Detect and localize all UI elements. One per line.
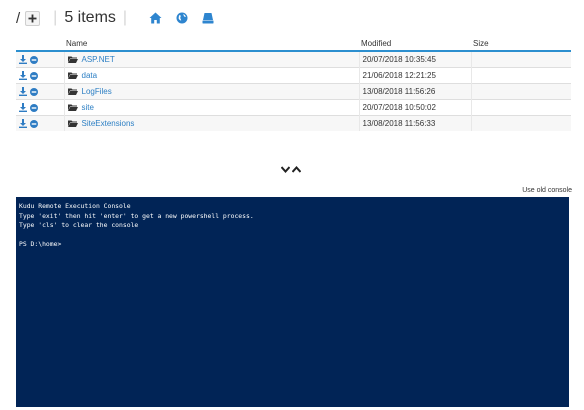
row-name[interactable]: data xyxy=(64,67,360,84)
console-line: Type 'exit' then hit 'enter' to get a ne… xyxy=(19,211,254,220)
file-name-link[interactable]: SiteExtensions xyxy=(82,119,135,128)
use-old-console-link[interactable]: Use old console xyxy=(522,187,572,194)
row-name[interactable]: site xyxy=(64,99,360,116)
panel-toggle xyxy=(281,166,301,173)
remove-icon[interactable] xyxy=(30,71,38,80)
console-prompt: PS D:\home> xyxy=(19,240,62,248)
row-actions xyxy=(16,67,65,84)
chevron-down-icon[interactable] xyxy=(281,166,290,173)
row-modified: 20/07/2018 10:35:45 xyxy=(359,50,472,68)
file-table: Name Modified Size ASP.NET 20/07/2018 10… xyxy=(16,37,571,131)
home-icon[interactable] xyxy=(149,12,162,24)
drive-icon[interactable] xyxy=(202,12,214,24)
row-size xyxy=(471,50,571,68)
globe-icon[interactable] xyxy=(176,12,188,24)
remove-icon[interactable] xyxy=(30,87,38,96)
row-modified: 13/08/2018 11:56:26 xyxy=(359,83,472,100)
console-line: Kudu Remote Execution Console xyxy=(19,202,131,210)
remove-icon[interactable] xyxy=(30,55,38,64)
remove-icon[interactable] xyxy=(30,103,38,112)
row-actions xyxy=(16,99,65,116)
row-modified: 13/08/2018 11:56:33 xyxy=(359,115,472,131)
table-row: site 20/07/2018 10:50:02 xyxy=(16,99,571,116)
folder-icon xyxy=(67,72,78,79)
console-terminal[interactable]: Kudu Remote Execution Console Type 'exit… xyxy=(16,197,569,407)
download-icon[interactable] xyxy=(19,103,27,112)
table-row: data 21/06/2018 12:21:25 xyxy=(16,67,571,84)
header-actions xyxy=(16,37,64,52)
header-name[interactable]: Name xyxy=(64,37,359,52)
folder-icon xyxy=(67,56,78,63)
row-size xyxy=(471,99,571,116)
row-modified: 21/06/2018 12:21:25 xyxy=(359,67,472,84)
row-size xyxy=(471,67,571,84)
row-actions xyxy=(16,83,65,100)
header-modified[interactable]: Modified xyxy=(359,37,471,52)
divider: | xyxy=(53,9,58,26)
toolbar: / | 5 items | xyxy=(16,8,214,28)
chevron-up-icon[interactable] xyxy=(292,166,301,173)
folder-icon xyxy=(67,120,78,127)
download-icon[interactable] xyxy=(19,55,27,64)
file-name-link[interactable]: data xyxy=(82,71,98,80)
header-size[interactable]: Size xyxy=(471,37,571,52)
folder-icon xyxy=(67,104,78,111)
row-size xyxy=(471,115,571,131)
table-row: ASP.NET 20/07/2018 10:35:45 xyxy=(16,50,571,68)
row-size xyxy=(471,83,571,100)
download-icon[interactable] xyxy=(19,71,27,80)
remove-icon[interactable] xyxy=(30,119,38,128)
row-name[interactable]: LogFiles xyxy=(64,83,360,100)
item-count: 5 items xyxy=(64,9,116,26)
file-name-link[interactable]: LogFiles xyxy=(82,87,112,96)
row-modified: 20/07/2018 10:50:02 xyxy=(359,99,472,116)
download-icon[interactable] xyxy=(19,87,27,96)
row-name[interactable]: SiteExtensions xyxy=(64,115,360,131)
divider: | xyxy=(122,9,128,26)
table-row: LogFiles 13/08/2018 11:56:26 xyxy=(16,83,571,100)
row-actions xyxy=(16,50,65,68)
breadcrumb-root[interactable]: / xyxy=(16,10,20,27)
download-icon[interactable] xyxy=(19,119,27,128)
row-name[interactable]: ASP.NET xyxy=(64,50,360,68)
file-name-link[interactable]: ASP.NET xyxy=(82,55,115,64)
console-line: Type 'cls' to clear the console xyxy=(19,221,139,229)
table-header-row: Name Modified Size xyxy=(16,37,571,52)
table-row: SiteExtensions 13/08/2018 11:56:33 xyxy=(16,115,571,131)
folder-icon xyxy=(67,88,78,95)
file-name-link[interactable]: site xyxy=(82,103,94,112)
plus-icon[interactable] xyxy=(25,10,41,26)
row-actions xyxy=(16,115,65,131)
